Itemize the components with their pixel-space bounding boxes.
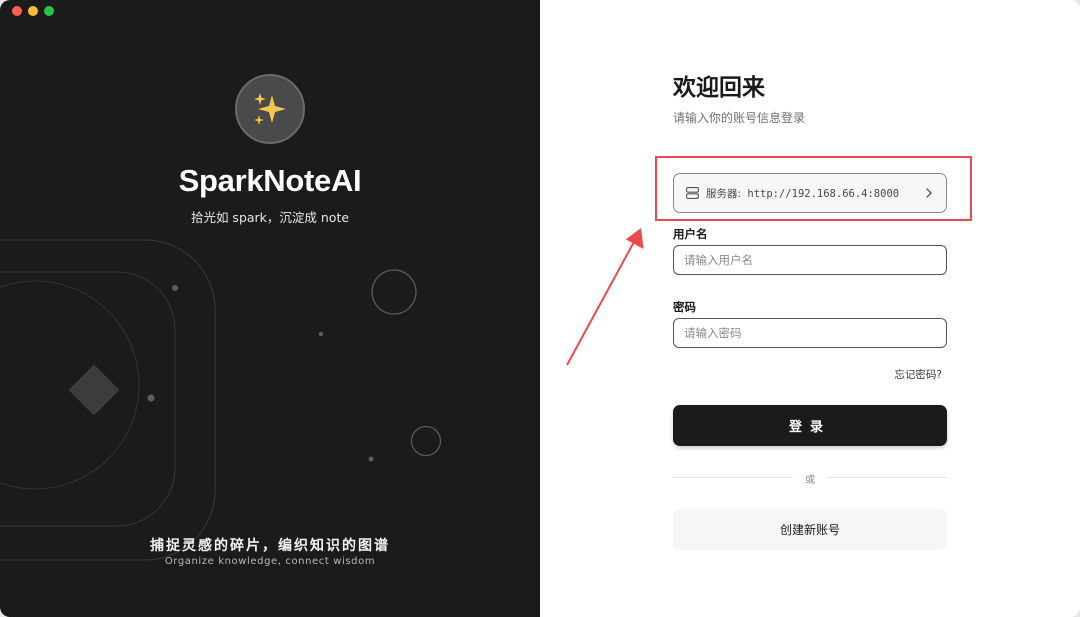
brand-panel: SparkNoteAI 拾光如 spark，沉淀成 note 捕捉灵感的碎片，编… (0, 0, 540, 617)
login-window: SparkNoteAI 拾光如 spark，沉淀成 note 捕捉灵感的碎片，编… (0, 0, 1080, 617)
page-subtitle: 请输入你的账号信息登录 (673, 111, 806, 125)
login-panel: 欢迎回来 请输入你的账号信息登录 服务器: http://192.168.66.… (540, 0, 1080, 617)
page-title: 欢迎回来 (673, 75, 765, 101)
tagline-english: Organize knowledge, connect wisdom (164, 556, 376, 567)
divider-left (673, 477, 793, 478)
sparkles-icon (254, 93, 286, 125)
server-selector-button[interactable]: 服务器: http://192.168.66.4:8000 (673, 173, 947, 213)
username-label: 用户名 (673, 227, 708, 241)
app-subtitle: 拾光如 spark，沉淀成 note (190, 210, 350, 225)
server-address: 服务器: http://192.168.66.4:8000 (706, 186, 899, 201)
chevron-right-icon (926, 188, 932, 198)
server-url: http://192.168.66.4:8000 (747, 187, 900, 200)
divider-right (827, 477, 947, 478)
username-input[interactable] (673, 245, 947, 275)
or-separator: 或 (805, 475, 815, 486)
create-account-button[interactable]: 创建新账号 (673, 509, 947, 550)
app-name: SparkNoteAI (178, 163, 362, 198)
tagline: 捕捉灵感的碎片，编织知识的图谱 (150, 538, 390, 554)
login-button[interactable]: 登录 (673, 405, 947, 446)
password-label: 密码 (673, 300, 696, 314)
server-label: 服务器: (706, 187, 742, 200)
password-input[interactable] (673, 318, 947, 348)
server-icon (686, 187, 699, 199)
app-logo (235, 74, 305, 144)
forgot-password-link[interactable]: 忘记密码? (870, 367, 942, 382)
